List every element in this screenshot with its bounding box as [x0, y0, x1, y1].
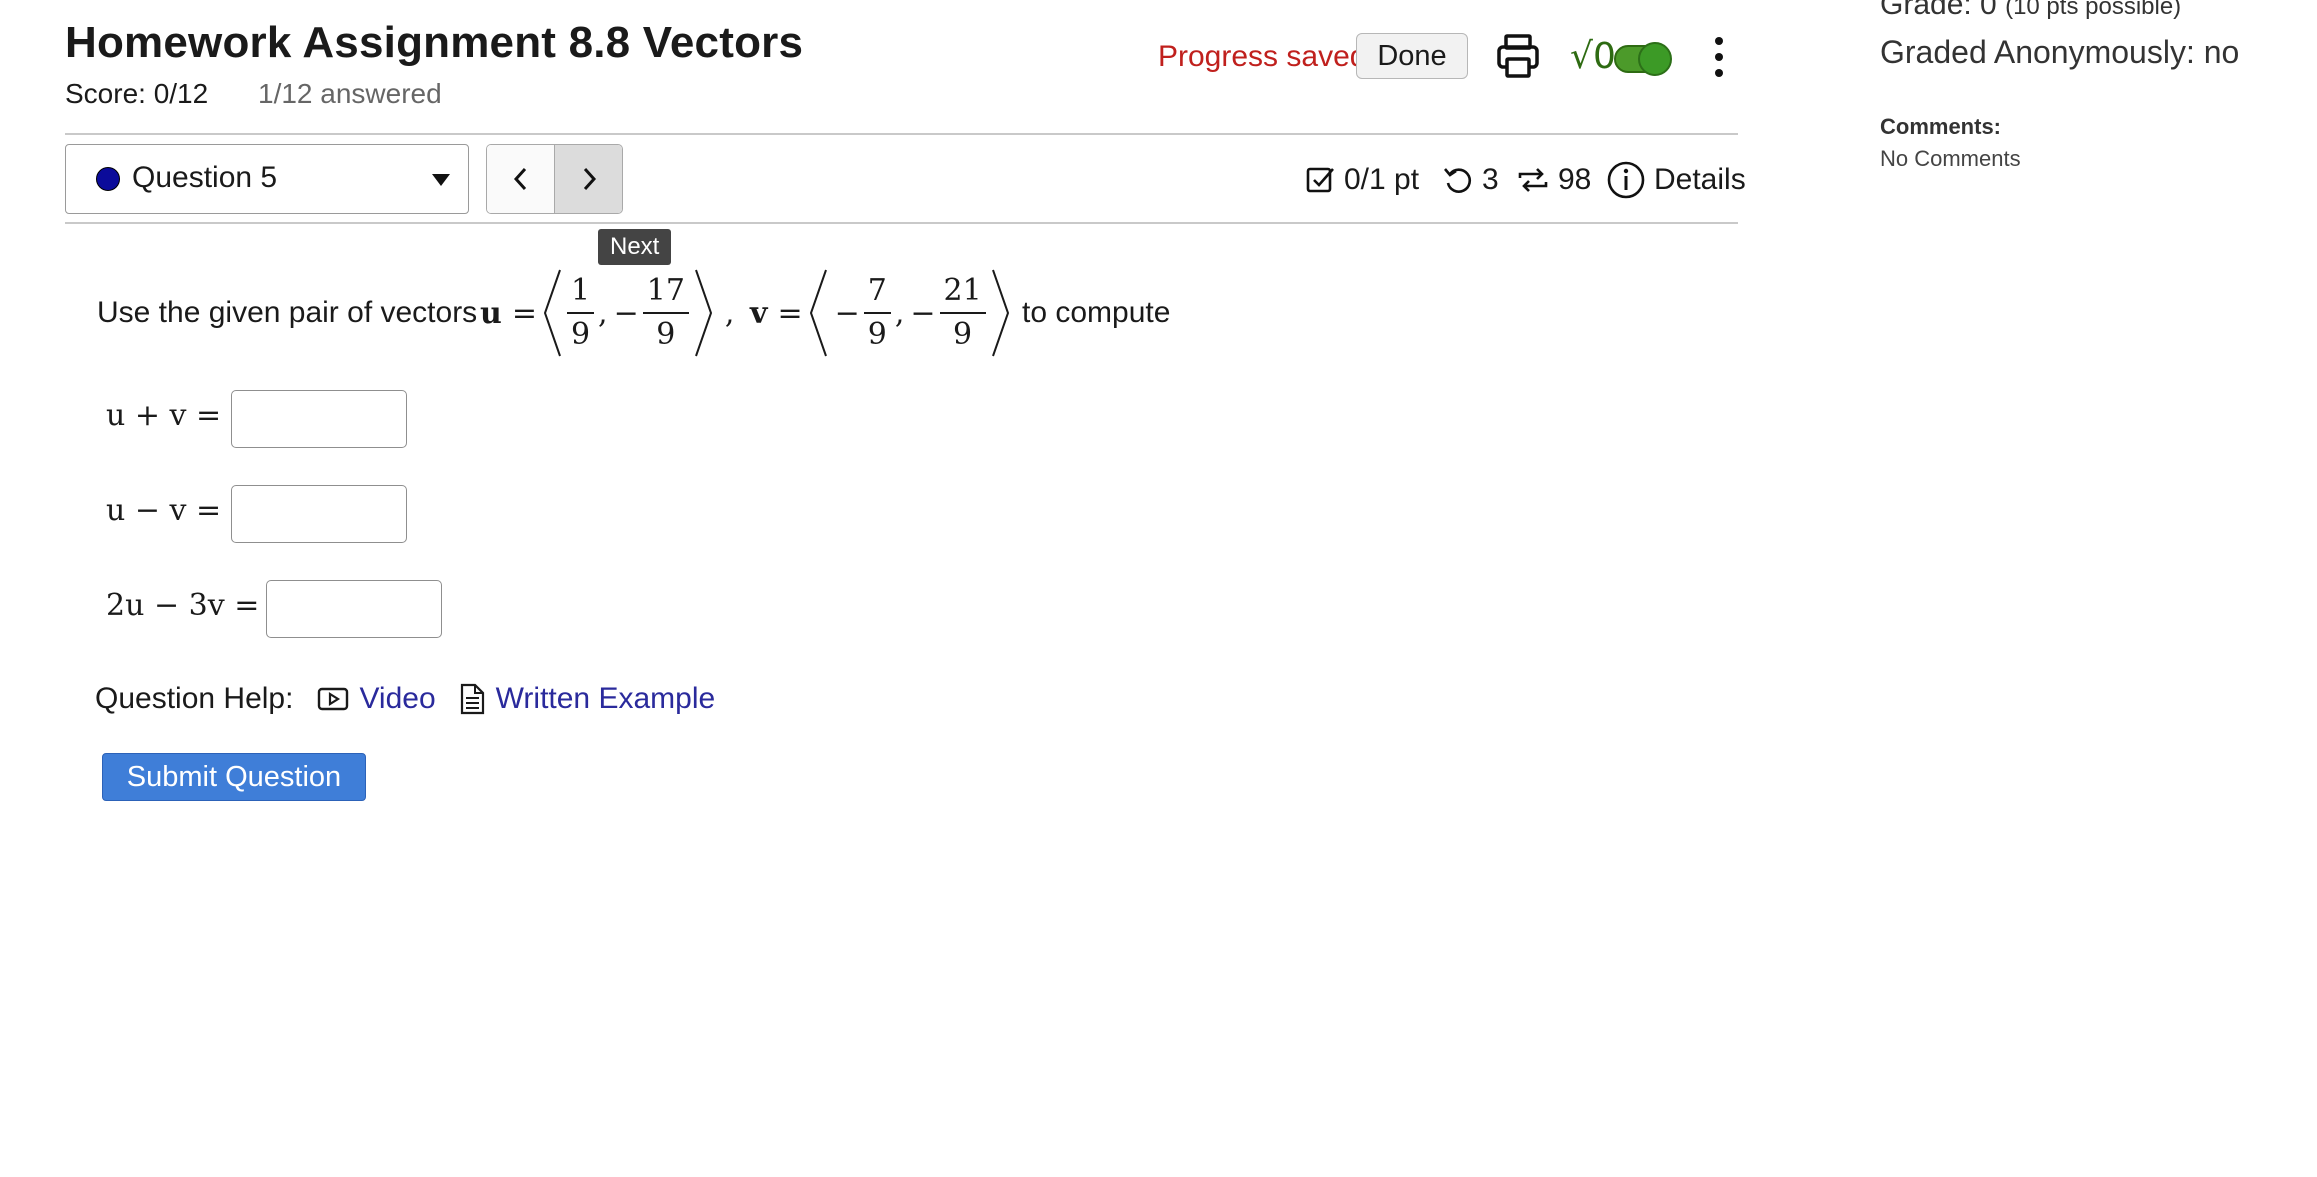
divider	[65, 222, 1738, 224]
retry-icon	[1444, 168, 1472, 193]
equals-sign: =	[511, 295, 537, 331]
left-angle-bracket	[809, 269, 827, 357]
next-question-button[interactable]	[554, 145, 622, 213]
grade-possible: (10 pts possible)	[2005, 0, 2182, 20]
question-outro: to compute	[1022, 296, 1171, 329]
left-angle-bracket	[543, 269, 561, 357]
grade-sidebar: Grade: 0 (10 pts possible) Graded Anonym…	[1880, 0, 2317, 1177]
chevron-right-icon	[583, 167, 596, 191]
attempts-indicator: 98	[1516, 160, 1591, 200]
question-help: Question Help: Video Written Example	[95, 682, 715, 716]
points-text: 0/1 pt	[1344, 163, 1420, 196]
grade-value: Grade: 0	[1880, 0, 1997, 21]
question-intro: Use the given pair of vectors	[97, 296, 478, 329]
v-y-denominator: 9	[953, 317, 973, 352]
written-example-link[interactable]: Written Example	[458, 682, 716, 716]
right-angle-bracket	[694, 269, 712, 357]
v-x-denominator: 9	[867, 317, 887, 352]
document-icon	[460, 683, 484, 715]
answer-input-u-plus-v[interactable]	[231, 390, 407, 448]
answer-input-2u-minus-3v[interactable]	[266, 580, 442, 638]
grade-line: Grade: 0 (10 pts possible)	[1880, 0, 2181, 22]
u-y-sign: −	[613, 295, 639, 331]
graded-anonymously: Graded Anonymously: no	[1880, 34, 2240, 70]
previous-question-button[interactable]	[487, 145, 554, 213]
math-entry-label: √0	[1570, 36, 1616, 77]
v-y-numerator: 21	[939, 276, 986, 314]
question-nav	[486, 144, 623, 214]
retries-count: 3	[1482, 163, 1499, 196]
question-status-dot	[96, 167, 120, 191]
comments-body: No Comments	[1880, 146, 2021, 171]
question-selector[interactable]: Question 5	[65, 144, 469, 214]
math-entry-toggle[interactable]	[1614, 42, 1672, 76]
equals-sign: =	[777, 295, 803, 331]
u-x-fraction: 1 9	[566, 276, 595, 352]
toggle-knob	[1638, 42, 1672, 76]
attempts-icon	[1518, 168, 1548, 192]
answered-count: 1/12 answered	[258, 78, 442, 109]
video-link[interactable]: Video	[317, 682, 436, 716]
u-x-numerator: 1	[566, 276, 595, 314]
part-b-expression: u − v =	[106, 493, 222, 528]
answer-input-u-minus-v[interactable]	[231, 485, 407, 543]
question-selector-label: Question 5	[132, 161, 278, 194]
retries-indicator: 3	[1442, 160, 1499, 200]
score-text: Score: 0/12	[65, 78, 209, 109]
print-icon[interactable]	[1496, 32, 1540, 80]
progress-status: Progress saved	[1158, 40, 1367, 73]
comma: ,	[724, 295, 735, 331]
v-x-sign: −	[834, 295, 860, 331]
vector-u-symbol: u	[480, 295, 502, 331]
done-button[interactable]: Done	[1356, 33, 1468, 79]
details-button[interactable]: Details	[1606, 160, 1746, 200]
u-x-denominator: 9	[570, 317, 591, 352]
question-help-label: Question Help:	[95, 682, 294, 715]
comma: ,	[598, 295, 608, 331]
next-tooltip: Next	[598, 229, 672, 265]
video-icon	[318, 687, 349, 711]
divider	[65, 133, 1738, 135]
points-indicator: 0/1 pt	[1306, 160, 1419, 200]
vector-u: u = 1 9 , − 17 9 ,	[480, 266, 734, 360]
assignment-title: Homework Assignment 8.8 Vectors	[65, 18, 804, 67]
part-c-expression: 2u − 3v =	[106, 588, 260, 623]
v-x-numerator: 7	[863, 276, 891, 314]
right-angle-bracket	[991, 269, 1009, 357]
more-options-icon[interactable]	[1704, 34, 1734, 80]
info-icon	[1607, 161, 1645, 199]
v-y-fraction: 21 9	[939, 276, 986, 352]
vector-v: v = − 7 9 , − 21 9	[750, 266, 1012, 360]
details-label: Details	[1654, 163, 1746, 196]
video-link-label: Video	[359, 682, 436, 715]
attempts-count: 98	[1558, 163, 1592, 196]
checkbox-icon	[1306, 167, 1334, 193]
u-y-fraction: 17 9	[642, 276, 689, 352]
chevron-left-icon	[513, 167, 526, 191]
assignment-main: Homework Assignment 8.8 Vectors Score: 0…	[0, 0, 1760, 1177]
v-x-fraction: 7 9	[863, 276, 891, 352]
u-y-numerator: 17	[642, 276, 689, 314]
caret-down-icon	[432, 174, 450, 186]
v-y-sign: −	[910, 295, 936, 331]
comments-header: Comments:	[1880, 114, 2002, 139]
submit-question-button[interactable]: Submit Question	[102, 753, 366, 801]
written-example-label: Written Example	[495, 682, 716, 715]
comma: ,	[894, 295, 905, 331]
vector-v-symbol: v	[750, 295, 768, 331]
part-a-expression: u + v =	[106, 398, 222, 433]
u-y-denominator: 9	[656, 317, 676, 352]
